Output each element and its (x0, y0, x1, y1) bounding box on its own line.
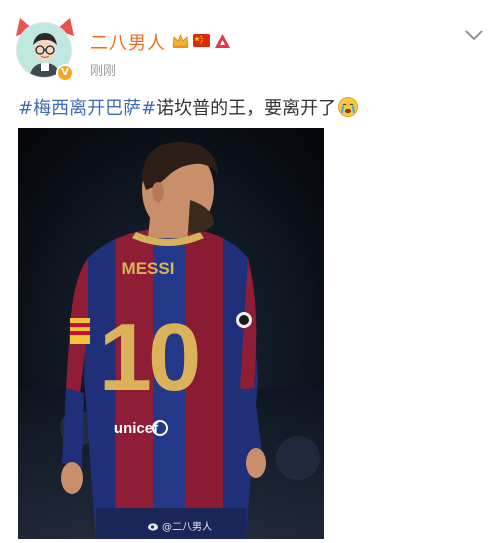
post-body-text: 诺坎普的王，要离开了 (156, 98, 337, 119)
jersey-name: MESSI (122, 259, 175, 278)
crown-icon[interactable] (172, 33, 189, 49)
post-timestamp: 刚刚 (90, 64, 117, 79)
china-flag-icon[interactable] (193, 33, 210, 49)
hashtag-link[interactable]: #梅西离开巴萨# (18, 94, 156, 120)
chevron-down-icon[interactable] (464, 28, 484, 42)
post-photo[interactable]: MESSI 10 unicef @二八男人 (18, 128, 324, 539)
avatar[interactable]: V (14, 16, 76, 82)
photo-watermark: @二八男人 (148, 518, 212, 533)
user-badges (172, 32, 231, 50)
red-triangle-icon[interactable] (214, 33, 231, 49)
username[interactable]: 二八男人 (90, 29, 166, 55)
weibo-logo-icon (148, 522, 158, 531)
crying-face-icon (338, 97, 359, 117)
verified-badge: V (56, 64, 74, 82)
watermark-text: @二八男人 (162, 522, 212, 533)
jersey-number: 10 (99, 304, 198, 411)
post-text: #梅西离开巴萨# 诺坎普的王，要离开了 (18, 94, 359, 120)
weibo-post: V 二八男人 刚刚 #梅西离开巴萨# 诺坎普的王，要离开了 MESSI 10 u… (0, 0, 499, 543)
messi-photo: MESSI 10 unicef (18, 128, 324, 539)
